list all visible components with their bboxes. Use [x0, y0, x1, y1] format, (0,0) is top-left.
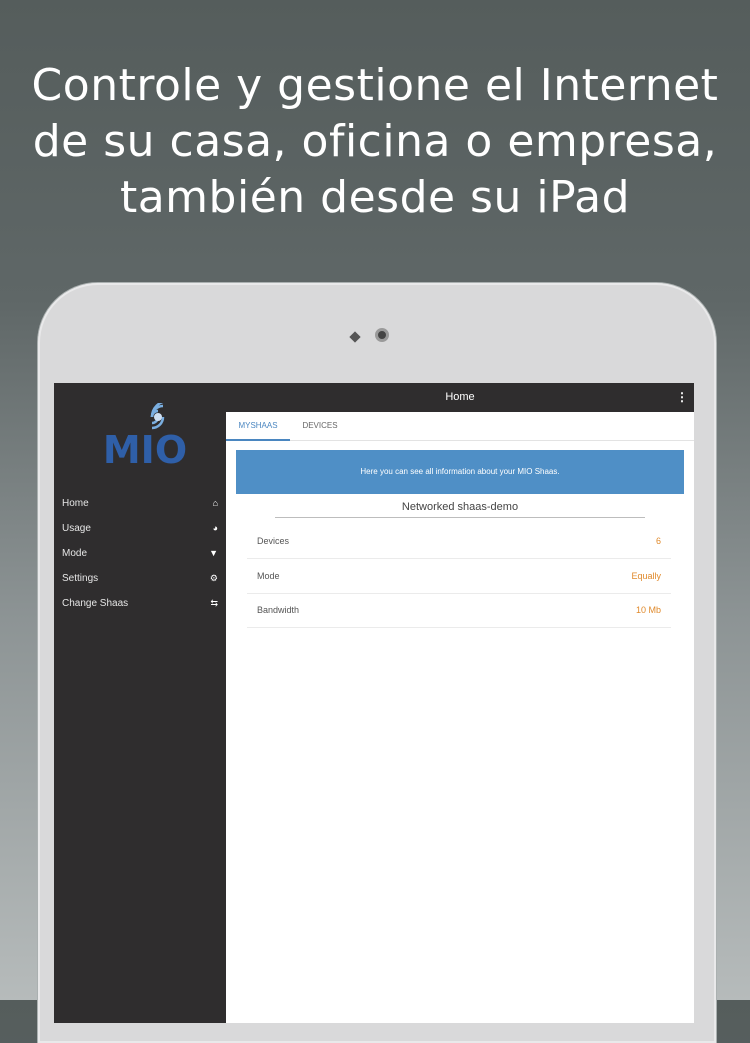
- detail-value: Equally: [631, 571, 661, 581]
- front-camera: [375, 328, 389, 342]
- sidebar-item-usage[interactable]: Usage ◕: [54, 516, 226, 541]
- promo-headline: Controle y gestione el Internet de su ca…: [0, 58, 750, 226]
- top-app-bar: Home ⋮: [226, 383, 694, 412]
- headline-line-2: de su casa, oficina o empresa,: [32, 116, 718, 167]
- app-screen: MIO Home ⌂ Usage ◕ Mode ▼ Settings ⚙ Cha…: [54, 383, 694, 1023]
- detail-label: Mode: [257, 571, 280, 581]
- sidebar-item-label: Mode: [62, 548, 88, 559]
- detail-row-bandwidth[interactable]: Bandwidth 10 Mb: [247, 593, 671, 628]
- detail-value: 6: [655, 536, 661, 546]
- pie-chart-icon: ◕: [212, 523, 218, 533]
- sidebar: MIO Home ⌂ Usage ◕ Mode ▼ Settings ⚙ Cha…: [54, 383, 226, 1023]
- headline-line-1: Controle y gestione el Internet: [31, 60, 719, 111]
- sidebar-item-settings[interactable]: Settings ⚙: [54, 566, 226, 591]
- sidebar-item-mode[interactable]: Mode ▼: [54, 541, 226, 566]
- headline-line-3: también desde su iPad: [119, 172, 631, 223]
- tab-bar: MYSHAAS DEVICES: [226, 412, 694, 441]
- sensor-dot: [349, 331, 361, 343]
- info-banner: Here you can see all information about y…: [236, 450, 684, 494]
- ipad-frame: MIO Home ⌂ Usage ◕ Mode ▼ Settings ⚙ Cha…: [38, 283, 716, 1043]
- detail-value: 10 Mb: [635, 605, 661, 615]
- home-icon: ⌂: [212, 498, 218, 508]
- detail-row-mode[interactable]: Mode Equally: [247, 559, 671, 594]
- sidebar-item-change-shaas[interactable]: Change Shaas ⇆: [54, 591, 226, 616]
- filter-icon: ▼: [209, 548, 218, 558]
- tab-myshaas[interactable]: MYSHAAS: [226, 412, 290, 441]
- sidebar-item-label: Change Shaas: [62, 598, 129, 609]
- page-title: Home: [445, 391, 475, 403]
- sidebar-item-label: Usage: [62, 523, 91, 534]
- gear-icon: ⚙: [209, 573, 218, 583]
- tab-devices[interactable]: DEVICES: [290, 412, 350, 439]
- sidebar-item-label: Home: [62, 498, 89, 509]
- sidebar-item-label: Settings: [62, 573, 99, 584]
- sidebar-item-home[interactable]: Home ⌂: [54, 491, 226, 516]
- logo-text: MIO: [103, 428, 187, 467]
- sidebar-menu: Home ⌂ Usage ◕ Mode ▼ Settings ⚙ Change …: [54, 491, 226, 616]
- mio-logo: MIO: [103, 403, 187, 467]
- network-name: Networked shaas-demo: [275, 497, 645, 518]
- detail-label: Bandwidth: [257, 605, 300, 615]
- more-options-icon[interactable]: ⋮: [676, 383, 688, 412]
- swap-arrows-icon: ⇆: [210, 598, 218, 608]
- detail-row-devices[interactable]: Devices 6: [247, 524, 671, 559]
- detail-label: Devices: [257, 536, 290, 546]
